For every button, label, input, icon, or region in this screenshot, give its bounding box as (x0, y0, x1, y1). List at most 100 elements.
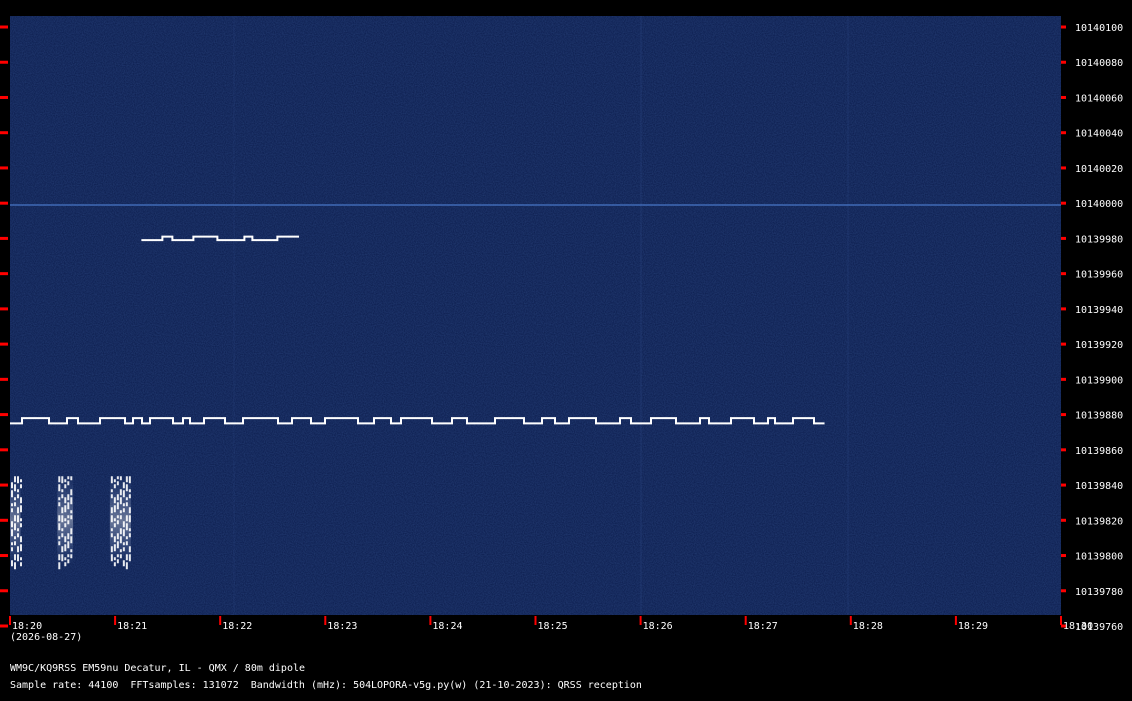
signal-burst-speckle (113, 497, 116, 504)
signal-burst-speckle (11, 521, 13, 528)
y-tick-label: 10140040 (1075, 129, 1123, 140)
signal-burst-speckle (122, 547, 125, 552)
x-tick-label: 18:28 (853, 621, 883, 632)
signal-burst-speckle (125, 541, 128, 546)
signal-burst-speckle (128, 515, 131, 523)
signal-burst-speckle (70, 510, 73, 514)
signal-burst-speckle (110, 489, 113, 493)
signal-burst-speckle (116, 520, 119, 525)
signal-burst-speckle (110, 515, 113, 523)
y-tick-label: 10140080 (1075, 58, 1123, 69)
signal-burst-speckle (116, 554, 119, 558)
signal-burst-speckle (119, 476, 122, 481)
waterfall-chart: 10140100 10140080 10140060 10140040 10140020… (0, 0, 1132, 697)
y-tick-label: 10140000 (1075, 199, 1123, 210)
signal-burst-speckle (11, 503, 13, 507)
signal-burst-speckle (14, 515, 16, 522)
signal-burst-speckle (20, 536, 22, 543)
y-tick-label: 10139980 (1075, 234, 1123, 245)
signal-burst-speckle (113, 557, 116, 561)
signal-burst-speckle (125, 523, 128, 531)
x-tick-label: 18:20 (12, 621, 42, 632)
signal-burst-speckle (113, 505, 116, 513)
y-tick-label: 10140100 (1075, 23, 1123, 34)
signal-burst-speckle (122, 529, 125, 537)
signal-burst-speckle (17, 494, 19, 499)
signal-burst-speckle (67, 520, 70, 525)
signal-burst-speckle (128, 494, 131, 499)
x-tick-label: 18:24 (432, 621, 462, 632)
signal-burst-speckle (119, 497, 122, 505)
signal-burst-speckle (67, 541, 70, 549)
signal-burst-speckle (17, 489, 19, 493)
signal-burst-speckle (58, 562, 61, 570)
signal-burst-speckle (122, 482, 125, 489)
signal-burst-speckle (64, 536, 67, 543)
signal-burst-speckle (122, 503, 125, 507)
signal-burst-speckle (113, 518, 116, 522)
signal-burst-speckle (58, 497, 61, 501)
signal-burst-speckle (17, 546, 19, 553)
y-tick-label: 10139920 (1075, 340, 1123, 351)
bandwidth: Bandwidth (mHz): 504 (250, 680, 372, 691)
x-tick-label: 18:25 (538, 621, 568, 632)
signal-burst-speckle (67, 515, 70, 519)
signal-burst-speckle (70, 549, 73, 553)
signal-burst-speckle (17, 507, 19, 514)
signal-burst-speckle (125, 554, 128, 561)
signal-burst-speckle (125, 476, 128, 483)
signal-burst-speckle (58, 502, 61, 507)
signal-burst-speckle (116, 515, 119, 519)
plot-noise (10, 16, 1061, 615)
signal-burst-speckle (110, 546, 113, 553)
signal-burst-speckle (67, 502, 70, 510)
signal-burst-speckle (119, 515, 122, 520)
signal-burst-speckle (122, 490, 125, 498)
signal-burst-speckle (119, 528, 122, 535)
y-tick-label: 10139900 (1075, 375, 1123, 386)
x-tick-label: 18:30 (1063, 621, 1093, 632)
signal-burst-speckle (116, 533, 119, 540)
signal-burst-speckle (70, 489, 73, 496)
signal-burst-speckle (61, 489, 64, 493)
signal-burst-speckle (58, 515, 61, 522)
signal-burst-speckle (128, 507, 131, 514)
signal-burst-speckle (11, 547, 13, 552)
x-tick-label: 18:26 (643, 621, 673, 632)
signal-burst-speckle (61, 494, 64, 499)
date-label: (2026-08-27) (10, 632, 83, 643)
signal-burst-speckle (14, 562, 16, 570)
signal-burst-speckle (20, 544, 22, 552)
x-tick-label: 18:23 (327, 621, 357, 632)
signal-burst-speckle (125, 536, 128, 540)
fft-samples: FFTsamples: 131072 (130, 680, 239, 691)
x-tick-label: 18:27 (748, 621, 778, 632)
signal-burst-speckle (17, 476, 19, 484)
signal-burst-speckle (113, 536, 116, 543)
signal-burst-speckle (70, 536, 73, 544)
signal-burst-speckle (14, 484, 16, 492)
signal-burst-speckle (58, 536, 61, 540)
signal-burst-speckle (64, 557, 67, 561)
signal-burst-speckle (122, 560, 125, 567)
signal-burst-speckle (61, 515, 64, 523)
signal-burst-speckle (58, 476, 61, 483)
signal-burst-speckle (116, 559, 119, 564)
signal-burst-speckle (110, 507, 113, 514)
signal-burst-speckle (14, 523, 16, 531)
signal-burst-speckle (20, 484, 22, 489)
signal-burst-speckle (113, 484, 116, 489)
signal-burst-speckle (125, 515, 128, 522)
signal-burst-speckle (125, 502, 128, 507)
signal-burst-speckle (11, 529, 13, 537)
signal-burst-speckle (58, 523, 61, 531)
signal-burst-speckle (125, 484, 128, 492)
signal-burst-speckle (14, 502, 16, 507)
y-tick-label: 10139860 (1075, 446, 1123, 457)
signal-burst-speckle (14, 554, 16, 561)
signal-burst-speckle (67, 481, 70, 486)
signal-burst-speckle (119, 489, 122, 496)
signal-burst-speckle (116, 502, 119, 510)
signal-burst-speckle (67, 559, 70, 564)
station-info: WM9C/KQ9RSS EM59nu Decatur, IL - QMX / 8… (10, 663, 306, 674)
